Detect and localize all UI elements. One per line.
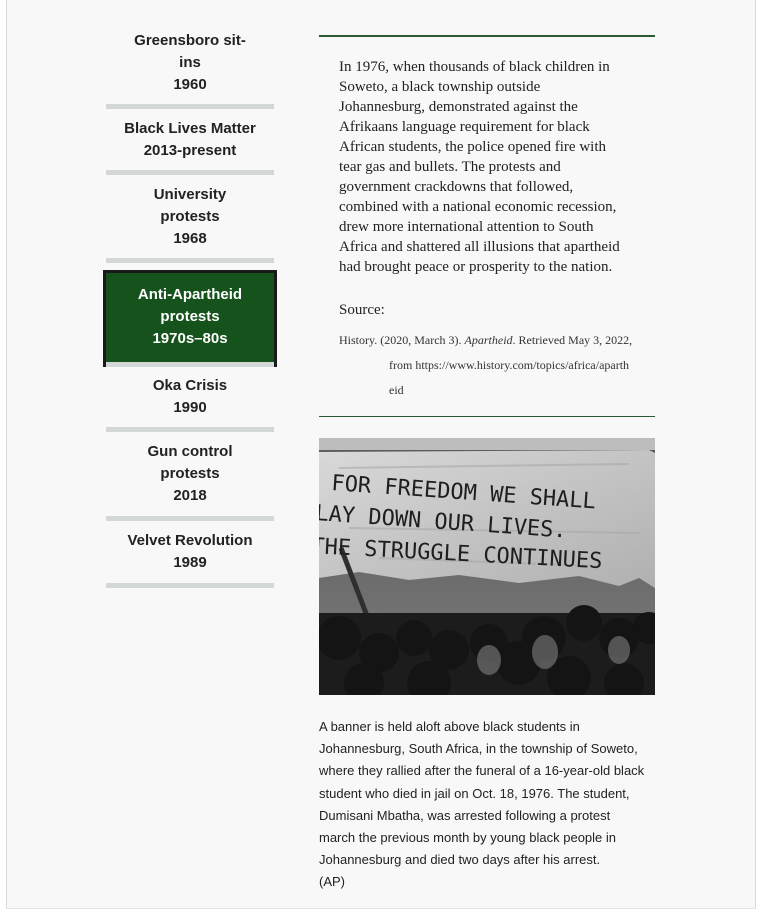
nav-item-label: protests [160, 308, 220, 325]
nav-item-label: Gun control [147, 443, 233, 460]
quote-line: Johannesburg, demonstrated against the [339, 99, 578, 115]
quote-line: Africa and shattered all illusions that … [339, 239, 620, 255]
nav-item-label: University [153, 186, 227, 203]
nav-item-label: Black Lives Matter [124, 120, 256, 137]
nav-item-date: 1960 [173, 76, 207, 93]
nav-item-label: ins [179, 54, 201, 71]
photo-caption: A banner is held aloft above black stude… [319, 716, 655, 894]
source-quote: In 1976, when thousands of black childre… [319, 37, 655, 403]
citation: History. (2020, March 3). Apartheid. Ret… [339, 328, 633, 403]
quote-line: drew more international attention to Sou… [339, 219, 594, 235]
source-label: Source: [339, 302, 385, 318]
quote-line: African students, the police opened fire… [339, 139, 606, 155]
timeline-nav: Greensboro sit- ins 1960 Black Lives Mat… [103, 30, 277, 588]
nav-item-date: 1968 [173, 230, 207, 247]
caption-line: Johannesburg and died two days after his… [319, 852, 601, 868]
nav-item-label: Greensboro sit- [134, 32, 246, 49]
quote-line: had brought peace or prosperity to the n… [339, 259, 613, 275]
nav-item-gun-control[interactable]: Gun control protests 2018 [106, 432, 274, 521]
quote-line: combined with a national economic recess… [339, 199, 617, 215]
nav-item-oka-crisis[interactable]: Oka Crisis 1990 [106, 364, 274, 432]
caption-line: Dumisani Mbatha, was arrested following … [319, 807, 611, 823]
nav-item-date: 1989 [173, 554, 207, 571]
nav-item-black-lives-matter[interactable]: Black Lives Matter 2013-present [106, 109, 274, 175]
caption-line: Johannesburg, South Africa, in the towns… [319, 741, 638, 757]
nav-item-label: protests [160, 465, 220, 482]
nav-item-university-protests[interactable]: University protests 1968 [106, 175, 274, 263]
quote-line: Afrikaans language requirement for black [339, 119, 590, 135]
nav-item-anti-apartheid[interactable]: Anti-Apartheid protests 1970s–80s [103, 270, 277, 367]
caption-line: A banner is held aloft above black stude… [319, 719, 580, 734]
protest-photo: FOR FREEDOM WE SHALL LAY DOWN OUR LIVES.… [319, 438, 655, 695]
nav-item-date: 1970s–80s [152, 330, 228, 347]
quote-line: tear gas and bullets. The protests and [339, 159, 561, 175]
quote-line: government crackdowns that followed, [339, 179, 574, 195]
bottom-divider [319, 416, 655, 417]
citation-prefix: History. (2020, March 3). [339, 333, 465, 347]
caption-line: where they rallied after the funeral of … [319, 763, 645, 779]
nav-item-label: Anti-Apartheid [137, 286, 243, 303]
page-frame: Greensboro sit- ins 1960 Black Lives Mat… [6, 0, 756, 909]
photo-illustration: FOR FREEDOM WE SHALL LAY DOWN OUR LIVES.… [319, 438, 655, 695]
main-content: In 1976, when thousands of black childre… [319, 35, 655, 894]
citation-title: Apartheid [464, 333, 513, 347]
nav-item-date: 1990 [173, 399, 207, 416]
caption-credit: (AP) [319, 874, 345, 890]
photo-figure: FOR FREEDOM WE SHALL LAY DOWN OUR LIVES.… [319, 438, 655, 894]
nav-item-label: Oka Crisis [152, 377, 228, 394]
nav-item-greensboro[interactable]: Greensboro sit- ins 1960 [106, 30, 274, 109]
nav-item-label: Velvet Revolution [127, 532, 253, 549]
nav-item-date: 2013-present [143, 142, 237, 159]
caption-line: student who died in jail on Oct. 18, 197… [319, 785, 630, 801]
quote-text: In 1976, when thousands of black childre… [339, 57, 633, 277]
nav-item-velvet-revolution[interactable]: Velvet Revolution 1989 [106, 521, 274, 588]
quote-line: In 1976, when thousands of black childre… [339, 59, 610, 75]
nav-item-label: protests [160, 208, 220, 225]
quote-line: Soweto, a black township outside [339, 79, 541, 95]
caption-line: march the previous month by young black … [319, 830, 617, 846]
nav-item-date: 2018 [173, 487, 207, 504]
